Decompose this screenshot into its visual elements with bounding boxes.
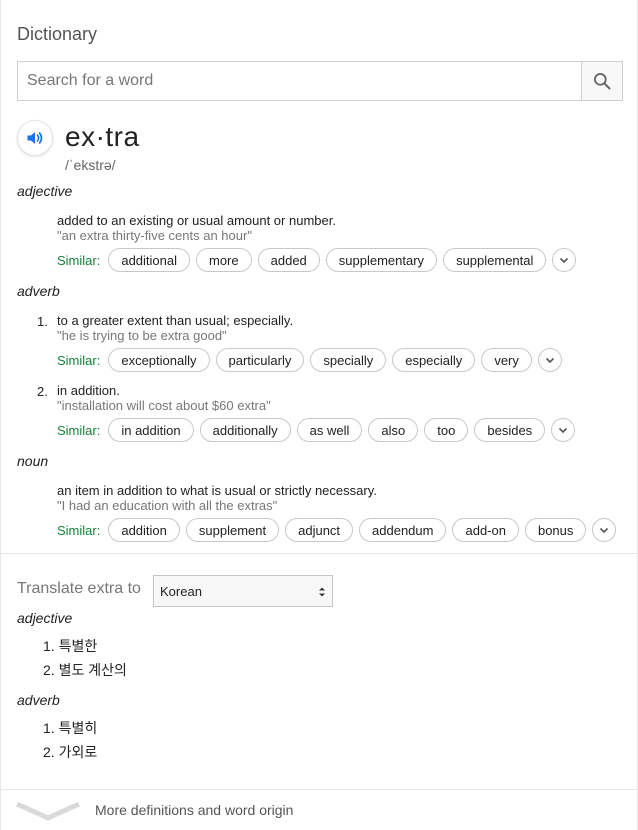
example: "I had an education with all the extras" — [57, 498, 278, 513]
similar-chip[interactable]: additional — [108, 248, 190, 272]
sense-number: 1. — [37, 314, 48, 329]
search-input[interactable] — [18, 62, 581, 100]
expand-similar-button[interactable] — [551, 418, 576, 442]
similar-chip[interactable]: added — [257, 248, 320, 272]
similar-chip[interactable]: addendum — [359, 518, 447, 542]
similar-chip[interactable]: besides — [474, 418, 546, 442]
select-arrows-icon — [319, 587, 325, 597]
pos-adverb: adverb — [17, 283, 60, 299]
similar-chip[interactable]: supplement — [185, 518, 280, 542]
chevron-down-icon — [600, 527, 609, 534]
definition: in addition. — [57, 383, 120, 398]
similar-chip[interactable]: bonus — [524, 518, 587, 542]
pos-adjective: adjective — [17, 183, 73, 199]
pos-noun: noun — [17, 453, 49, 469]
search-box — [17, 61, 623, 101]
similar-label: Similar: — [57, 252, 101, 268]
phonetic: /ˈekstrə/ — [65, 157, 116, 173]
similar-chip[interactable]: supplemental — [443, 248, 547, 272]
definition: to a greater extent than usual; especial… — [57, 313, 294, 328]
similar-chip[interactable]: addition — [108, 518, 180, 542]
translation-item: 2. 가외로 — [43, 744, 98, 760]
section-divider — [1, 553, 638, 554]
similar-chip[interactable]: also — [368, 418, 419, 442]
example: "an extra thirty-five cents an hour" — [57, 228, 252, 243]
similar-row: Similar: in addition additionally as wel… — [57, 418, 576, 442]
definition: an item in addition to what is usual or … — [57, 483, 377, 498]
translation-item: 2. 별도 계산의 — [43, 662, 127, 678]
chevron-down-icon — [559, 427, 568, 434]
similar-chip[interactable]: too — [424, 418, 469, 442]
similar-chip[interactable]: supplementary — [325, 248, 438, 272]
headword: ex·tra — [65, 121, 140, 152]
expand-similar-button[interactable] — [537, 348, 562, 372]
card-title: Dictionary — [17, 24, 98, 44]
similar-chip[interactable]: adjunct — [285, 518, 354, 542]
similar-label: Similar: — [57, 422, 101, 438]
example: "he is trying to be extra good" — [57, 328, 227, 343]
pronounce-button[interactable] — [17, 120, 53, 156]
example: "installation will cost about $60 extra" — [57, 398, 271, 413]
similar-chip[interactable]: more — [196, 248, 252, 272]
similar-chip[interactable]: exceptionally — [108, 348, 210, 372]
more-definitions-label: More definitions and word origin — [95, 802, 294, 818]
sense-number: 2. — [37, 384, 48, 399]
search-button[interactable] — [581, 62, 622, 100]
chevron-down-icon — [15, 801, 81, 821]
expand-similar-button[interactable] — [592, 518, 617, 542]
translation-item: 1. 특별한 — [43, 638, 98, 654]
similar-chip[interactable]: very — [481, 348, 532, 372]
dictionary-card: Dictionary ex·tra /ˈekstrə/ adjective ad… — [0, 0, 638, 830]
similar-row: Similar: exceptionally particularly spec… — [57, 348, 562, 372]
similar-row: Similar: additional more added supplemen… — [57, 248, 577, 272]
translate-label: Translate extra to — [17, 580, 141, 597]
translation-item: 1. 특별히 — [43, 720, 98, 736]
search-icon — [594, 73, 611, 90]
definition: added to an existing or usual amount or … — [57, 213, 336, 228]
translate-pos-adverb: adverb — [17, 692, 60, 708]
similar-chip[interactable]: add-on — [452, 518, 519, 542]
speaker-icon — [27, 132, 43, 144]
selected-language: Korean — [160, 583, 202, 599]
expand-similar-button[interactable] — [552, 248, 577, 272]
translate-pos-adjective: adjective — [17, 610, 73, 626]
more-definitions-link[interactable]: More definitions and word origin — [1, 790, 638, 830]
chevron-down-icon — [560, 257, 569, 264]
chevron-down-icon — [545, 357, 554, 364]
similar-chip[interactable]: in addition — [108, 418, 194, 442]
similar-chip[interactable]: additionally — [199, 418, 291, 442]
similar-chip[interactable]: specially — [310, 348, 387, 372]
similar-chip[interactable]: as well — [296, 418, 363, 442]
similar-row: Similar: addition supplement adjunct add… — [57, 518, 617, 542]
similar-label: Similar: — [57, 352, 101, 368]
similar-label: Similar: — [57, 522, 101, 538]
similar-chip[interactable]: especially — [392, 348, 476, 372]
similar-chip[interactable]: particularly — [215, 348, 305, 372]
language-select[interactable]: Korean — [153, 575, 333, 607]
